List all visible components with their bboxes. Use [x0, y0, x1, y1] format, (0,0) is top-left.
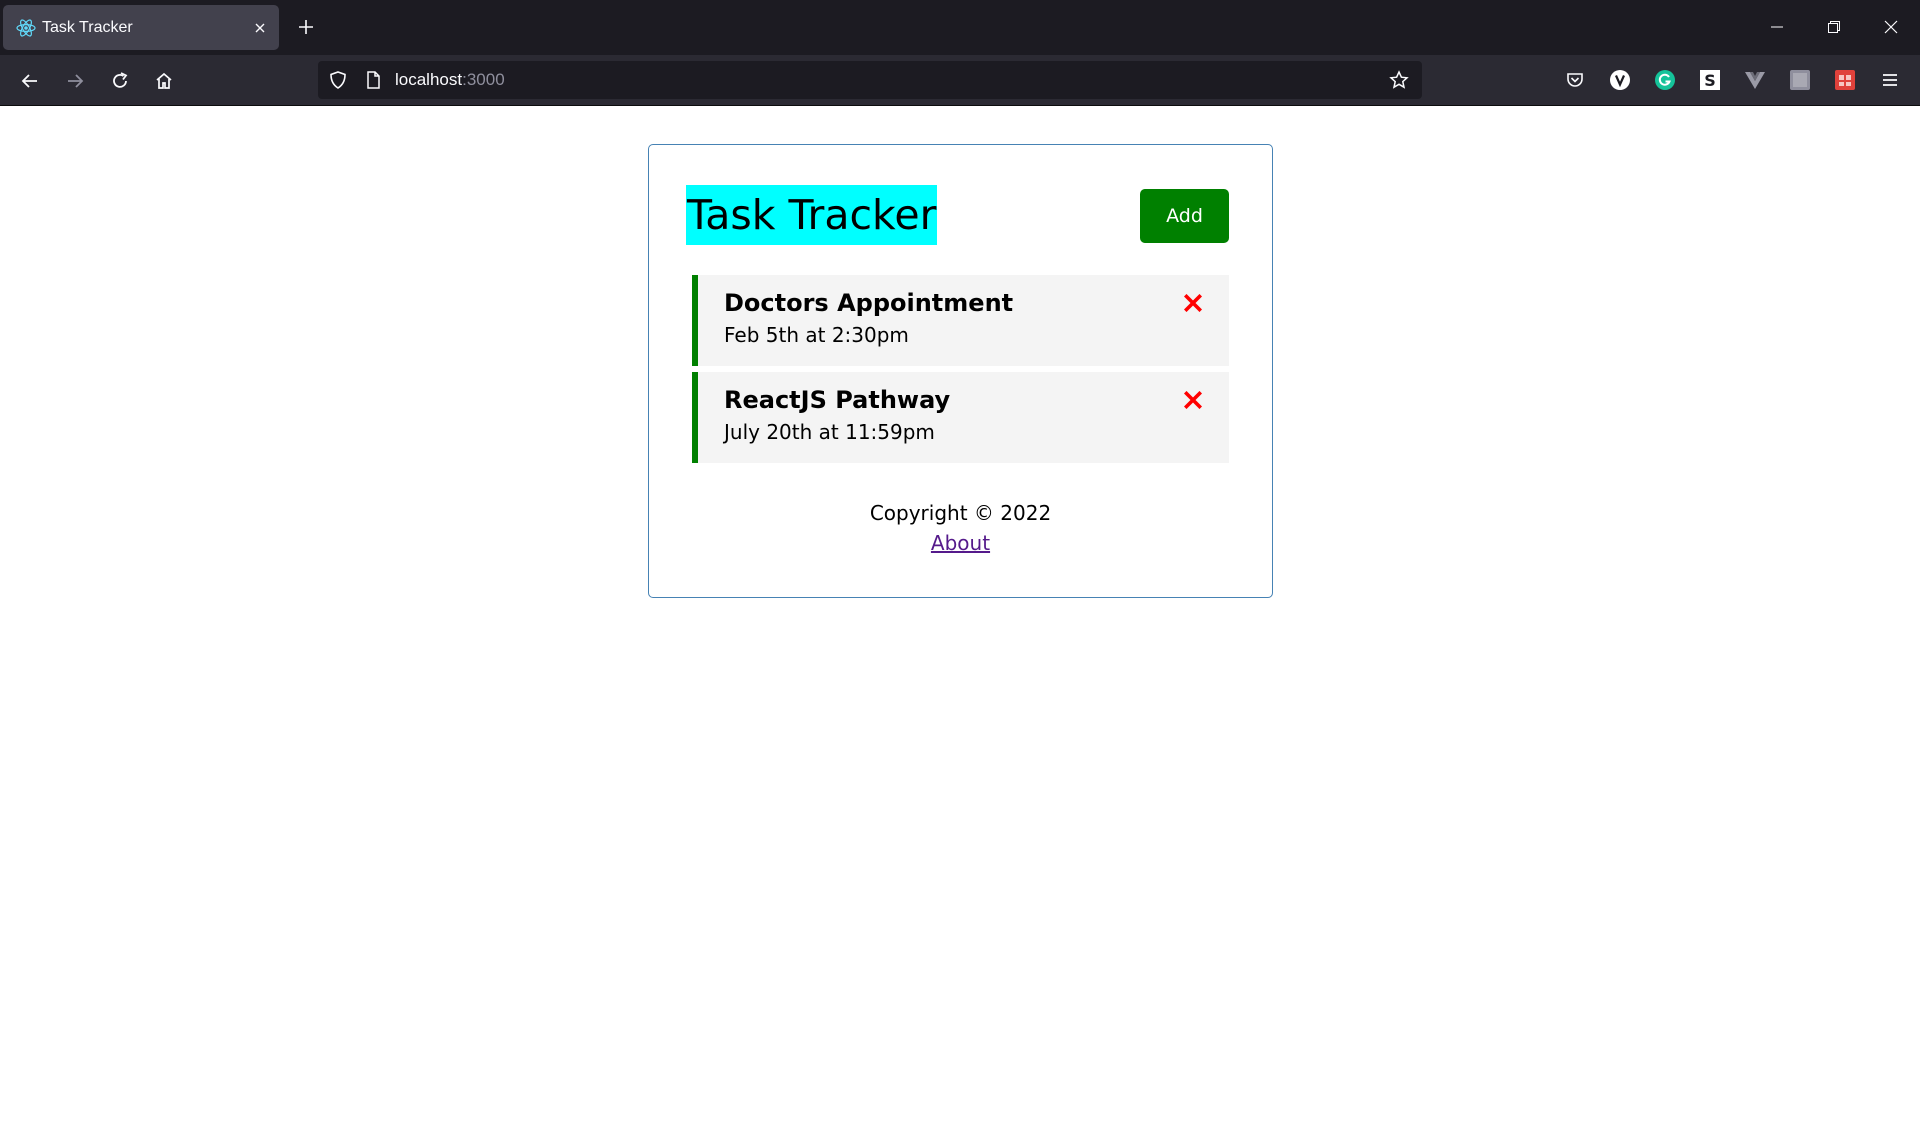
- react-icon: [16, 18, 36, 38]
- tracking-shield-icon[interactable]: [328, 70, 348, 90]
- browser-navbar: localhost:3000 S: [0, 55, 1920, 106]
- tab-title: Task Tracker: [42, 19, 133, 36]
- back-arrow-icon[interactable]: [16, 67, 44, 95]
- home-icon[interactable]: [150, 67, 178, 95]
- add-task-button[interactable]: Add: [1140, 189, 1229, 243]
- task-day: July 20th at 11:59pm: [724, 420, 935, 444]
- v-icon[interactable]: [1609, 69, 1631, 91]
- browser-tab-active[interactable]: Task Tracker: [3, 5, 279, 50]
- url-text[interactable]: localhost:3000: [395, 70, 505, 90]
- minimize-icon[interactable]: [1762, 12, 1792, 42]
- footer-about: About: [649, 531, 1272, 555]
- task-item[interactable]: ReactJS Pathway July 20th at 11:59pm: [692, 372, 1229, 463]
- svg-text:S: S: [1704, 71, 1716, 90]
- menu-hamburger-icon[interactable]: [1879, 69, 1901, 91]
- task-tracker-container: Task Tracker Add Doctors Appointment Feb…: [648, 144, 1273, 598]
- footer-copyright: Copyright © 2022: [869, 501, 1052, 525]
- close-window-icon[interactable]: [1876, 12, 1906, 42]
- task-item[interactable]: Doctors Appointment Feb 5th at 2:30pm: [692, 275, 1229, 366]
- tab-close-icon[interactable]: [249, 17, 271, 39]
- delete-x-icon[interactable]: [1182, 292, 1204, 314]
- grammarly-icon[interactable]: [1654, 69, 1676, 91]
- vue-devtools-icon[interactable]: [1744, 69, 1766, 91]
- pocket-icon[interactable]: [1564, 69, 1586, 91]
- about-link[interactable]: About: [931, 531, 990, 555]
- forward-arrow-icon[interactable]: [61, 67, 89, 95]
- s-icon[interactable]: S: [1699, 69, 1721, 91]
- page-info-icon[interactable]: [363, 70, 383, 90]
- task-name: ReactJS Pathway: [724, 386, 951, 414]
- reload-icon[interactable]: [106, 67, 134, 95]
- page-title: Task Tracker: [686, 185, 938, 245]
- task-day: Feb 5th at 2:30pm: [724, 323, 909, 347]
- restore-icon[interactable]: [1819, 12, 1849, 42]
- delete-x-icon[interactable]: [1182, 389, 1204, 411]
- browser-tabstrip: Task Tracker: [0, 0, 1920, 55]
- url-bar[interactable]: localhost:3000: [318, 61, 1422, 99]
- red-extension-icon[interactable]: [1834, 69, 1856, 91]
- gray-square-icon[interactable]: [1789, 69, 1811, 91]
- new-tab-plus-icon[interactable]: [293, 14, 319, 40]
- bookmark-star-icon[interactable]: [1389, 70, 1409, 90]
- task-name: Doctors Appointment: [724, 289, 1014, 317]
